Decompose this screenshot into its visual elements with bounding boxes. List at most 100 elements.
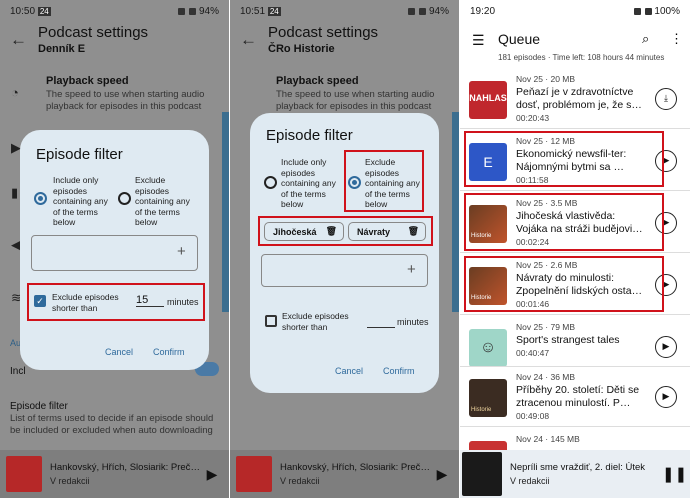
include-radio[interactable] — [264, 176, 277, 189]
playback-speed-desc: The speed to use when starting audio pla… — [46, 89, 205, 112]
episode-filter-desc: List of terms used to decide if an episo… — [10, 413, 214, 436]
speed-icon: ◔ — [11, 85, 19, 100]
include-option-label[interactable]: Include only episodes containing any of … — [53, 175, 115, 228]
cancel-button[interactable]: Cancel — [105, 347, 133, 357]
confirm-button[interactable]: Confirm — [383, 366, 415, 376]
add-term-icon[interactable]: + — [177, 243, 186, 260]
signal-icon — [644, 7, 652, 15]
panel-separator — [229, 0, 230, 498]
include-label: Incl — [10, 366, 26, 377]
more-options-icon[interactable]: ⋮ — [670, 31, 683, 47]
playback-speed-desc: The speed to use when starting audio pla… — [276, 89, 435, 112]
episode-title: Peňazí je v zdravotníctve dosť, problémo… — [516, 86, 642, 111]
highlight-box — [258, 216, 433, 246]
player-artwork — [6, 456, 42, 492]
episode-duration: 00:20:43 — [516, 113, 550, 123]
screen-cro-historie-settings: 10:51 24 94% ← Podcast settings ČRo Hist… — [230, 0, 459, 498]
shorter-checkbox[interactable] — [265, 315, 277, 327]
page-title: Queue — [498, 31, 541, 47]
cancel-button[interactable]: Cancel — [335, 366, 363, 376]
playback-speed-title[interactable]: Playback speed — [276, 75, 359, 87]
player-title: Hankovský, Hřích, Slosiarik: Prečo P… — [280, 462, 431, 473]
highlight-box — [464, 131, 664, 187]
exclude-radio[interactable] — [118, 192, 131, 205]
include-option-label[interactable]: Include only episodes containing any of … — [281, 157, 345, 210]
back-arrow-icon[interactable]: ← — [240, 30, 257, 50]
page-title: Podcast settings — [268, 24, 379, 41]
episode-artwork: NAHLAS — [469, 81, 507, 119]
minutes-input[interactable] — [367, 315, 395, 328]
podcast-name: Denník E — [38, 43, 86, 55]
episode-filter-dialog: Episode filter Include only episodes con… — [20, 130, 209, 370]
play-icon[interactable]: ▶ — [655, 336, 677, 358]
battery-level: 94% — [428, 6, 449, 17]
player-subtitle: V redakcii — [50, 476, 90, 486]
add-term-icon[interactable]: + — [407, 261, 416, 278]
status-bar: 19:20 100% — [460, 0, 690, 22]
episode-meta: Nov 24 · 36 MB — [516, 372, 576, 382]
player-subtitle: V redakcii — [280, 476, 320, 486]
wifi-icon — [178, 7, 186, 15]
episode-meta: Nov 25 · 20 MB — [516, 74, 576, 84]
search-icon[interactable]: ⌕ — [642, 31, 649, 47]
episode-title: Příběhy 20. století: Děti se ztracenou m… — [516, 384, 640, 409]
queue-item[interactable]: NAHLAS Nov 25 · 20 MB Peňazí je v zdravo… — [460, 66, 690, 128]
episode-filter-title[interactable]: Episode filter — [10, 401, 68, 412]
shorter-label: Exclude episodes shorter than — [282, 311, 349, 332]
scroll-accent — [222, 112, 229, 312]
status-time: 10:51 — [240, 6, 266, 17]
menu-icon[interactable]: ☰ — [472, 32, 485, 49]
include-radio[interactable] — [34, 192, 47, 205]
play-icon[interactable]: ▶ — [655, 386, 677, 408]
episode-artwork: ☺ — [469, 329, 507, 367]
highlight-box — [464, 256, 664, 312]
queue-item[interactable]: Historie Nov 24 · 36 MB Příběhy 20. stol… — [460, 364, 690, 426]
status-bar: 10:50 24 94% — [0, 0, 229, 22]
back-arrow-icon[interactable]: ← — [10, 30, 27, 50]
minutes-label: minutes — [397, 317, 429, 327]
play-icon[interactable]: ▶ — [431, 466, 453, 483]
play-icon[interactable]: ▶ — [201, 466, 223, 483]
player-title: Nepríli sme vraždiť, 2. diel: Útek — [510, 462, 646, 473]
pause-icon[interactable]: ❚❚ — [662, 465, 687, 483]
wifi-icon — [408, 7, 416, 15]
episode-artwork: Historie — [469, 379, 507, 417]
status-time: 10:50 — [10, 6, 36, 17]
dialog-title: Episode filter — [266, 127, 353, 144]
signal-icon — [189, 7, 197, 15]
page-title: Podcast settings — [38, 24, 149, 41]
battery-level: 100% — [654, 6, 680, 17]
wifi-icon — [633, 7, 641, 15]
trash-icon: ▮ — [11, 185, 19, 200]
screen-queue: 19:20 100% ☰ Queue ⌕ ⋮ 181 episodes · Ti… — [460, 0, 690, 498]
episode-duration: 00:40:47 — [516, 348, 550, 358]
podcast-name: ČRo Historie — [268, 43, 335, 55]
exclude-option-label[interactable]: Exclude episodes containing any of the t… — [135, 175, 197, 228]
mini-player[interactable]: Hankovský, Hřích, Slosiarik: Prečo P… V … — [0, 450, 229, 498]
date-badge: 24 — [37, 7, 51, 16]
mini-player[interactable]: Hankovský, Hřích, Slosiarik: Prečo P… V … — [230, 450, 459, 498]
player-title: Hankovský, Hřích, Slosiarik: Prečo P… — [50, 462, 201, 473]
term-input[interactable] — [261, 254, 428, 287]
player-artwork — [236, 456, 272, 492]
battery-level: 94% — [198, 6, 219, 17]
date-badge: 24 — [267, 7, 281, 16]
status-time: 19:20 — [470, 6, 496, 17]
scroll-accent — [452, 112, 459, 312]
confirm-button[interactable]: Confirm — [153, 347, 185, 357]
playback-speed-title[interactable]: Playback speed — [46, 75, 129, 87]
status-bar: 10:51 24 94% — [230, 0, 459, 22]
episode-duration: 00:49:08 — [516, 411, 550, 421]
term-input[interactable] — [31, 235, 198, 271]
mini-player[interactable]: Nepríli sme vraždiť, 2. diel: Útek V red… — [460, 450, 690, 498]
queue-summary: 181 episodes · Time left: 108 hours 44 m… — [498, 53, 665, 62]
highlight-box — [464, 193, 664, 251]
highlight-box — [27, 283, 205, 321]
player-artwork — [462, 452, 502, 496]
panel-separator — [459, 0, 460, 498]
player-subtitle: V redakcii — [510, 476, 550, 486]
download-icon[interactable]: ⤓ — [655, 88, 677, 110]
episode-meta: Nov 24 · 145 MB — [516, 434, 580, 444]
dialog-title: Episode filter — [36, 146, 123, 163]
signal-icon — [419, 7, 427, 15]
